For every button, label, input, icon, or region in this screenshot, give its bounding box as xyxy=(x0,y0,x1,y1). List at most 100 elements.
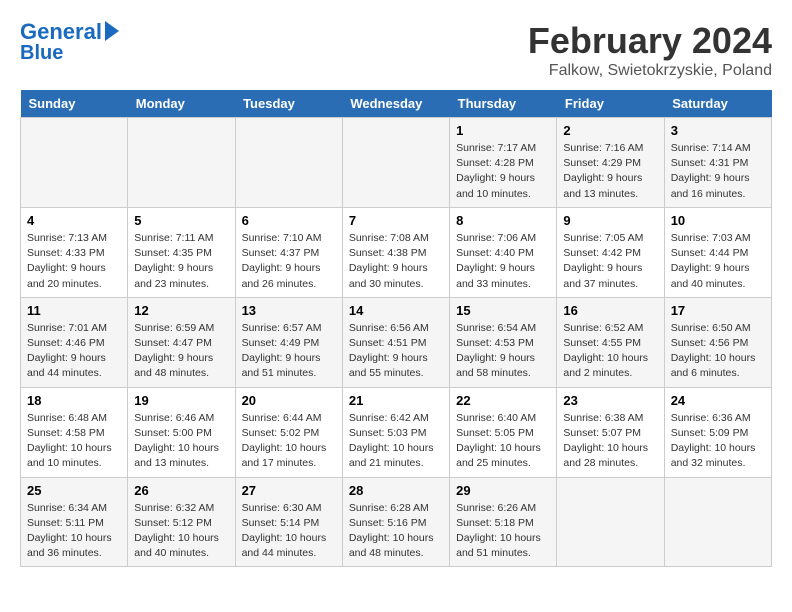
day-number: 10 xyxy=(671,213,765,228)
weekday-header-wednesday: Wednesday xyxy=(342,90,449,118)
page-header: General Blue February 2024 Falkow, Swiet… xyxy=(20,20,772,80)
calendar-body: 1 Sunrise: 7:17 AM Sunset: 4:28 PM Daylig… xyxy=(21,118,772,567)
day-number: 1 xyxy=(456,123,550,138)
day-info: Sunrise: 6:26 AM Sunset: 5:18 PM Dayligh… xyxy=(456,501,550,562)
calendar-cell: 22 Sunrise: 6:40 AM Sunset: 5:05 PM Dayli… xyxy=(450,387,557,477)
calendar-cell: 20 Sunrise: 6:44 AM Sunset: 5:02 PM Dayli… xyxy=(235,387,342,477)
day-number: 16 xyxy=(563,303,657,318)
calendar-cell: 13 Sunrise: 6:57 AM Sunset: 4:49 PM Dayli… xyxy=(235,297,342,387)
calendar-cell: 28Sunrise: 6:28 AM Sunset: 5:16 PM Dayli… xyxy=(342,477,449,567)
calendar-week-row: 25 Sunrise: 6:34 AM Sunset: 5:11 PM Dayli… xyxy=(21,477,772,567)
calendar-cell: 25 Sunrise: 6:34 AM Sunset: 5:11 PM Dayli… xyxy=(21,477,128,567)
day-info: Sunrise: 7:06 AM Sunset: 4:40 PM Dayligh… xyxy=(456,231,550,292)
day-info: Sunrise: 6:36 AM Sunset: 5:09 PM Dayligh… xyxy=(671,411,765,472)
weekday-header-tuesday: Tuesday xyxy=(235,90,342,118)
day-info: Sunrise: 6:34 AM Sunset: 5:11 PM Dayligh… xyxy=(27,501,121,562)
day-number: 17 xyxy=(671,303,765,318)
calendar-cell: 7 Sunrise: 7:08 AM Sunset: 4:38 PM Daylig… xyxy=(342,207,449,297)
calendar-cell: 18 Sunrise: 6:48 AM Sunset: 4:58 PM Dayli… xyxy=(21,387,128,477)
calendar-week-row: 18 Sunrise: 6:48 AM Sunset: 4:58 PM Dayli… xyxy=(21,387,772,477)
day-number: 22 xyxy=(456,393,550,408)
day-info: Sunrise: 7:03 AM Sunset: 4:44 PM Dayligh… xyxy=(671,231,765,292)
calendar-cell: 4 Sunrise: 7:13 AM Sunset: 4:33 PM Daylig… xyxy=(21,207,128,297)
calendar-cell: 15 Sunrise: 6:54 AM Sunset: 4:53 PM Dayli… xyxy=(450,297,557,387)
calendar-cell xyxy=(235,118,342,208)
calendar-cell: 10 Sunrise: 7:03 AM Sunset: 4:44 PM Dayli… xyxy=(664,207,771,297)
day-number: 13 xyxy=(242,303,336,318)
calendar-cell xyxy=(557,477,664,567)
calendar-week-row: 11 Sunrise: 7:01 AM Sunset: 4:46 PM Dayli… xyxy=(21,297,772,387)
calendar-cell: 3 Sunrise: 7:14 AM Sunset: 4:31 PM Daylig… xyxy=(664,118,771,208)
day-info: Sunrise: 7:11 AM Sunset: 4:35 PM Dayligh… xyxy=(134,231,228,292)
calendar-header: SundayMondayTuesdayWednesdayThursdayFrid… xyxy=(21,90,772,118)
weekday-header-friday: Friday xyxy=(557,90,664,118)
day-number: 7 xyxy=(349,213,443,228)
calendar-cell: 17 Sunrise: 6:50 AM Sunset: 4:56 PM Dayli… xyxy=(664,297,771,387)
day-info: Sunrise: 6:42 AM Sunset: 5:03 PM Dayligh… xyxy=(349,411,443,472)
calendar-cell: 8 Sunrise: 7:06 AM Sunset: 4:40 PM Daylig… xyxy=(450,207,557,297)
day-number: 27 xyxy=(242,483,336,498)
calendar-cell: 27 Sunrise: 6:30 AM Sunset: 5:14 PM Dayli… xyxy=(235,477,342,567)
day-info: Sunrise: 6:44 AM Sunset: 5:02 PM Dayligh… xyxy=(242,411,336,472)
day-info: Sunrise: 6:38 AM Sunset: 5:07 PM Dayligh… xyxy=(563,411,657,472)
calendar-cell: 6 Sunrise: 7:10 AM Sunset: 4:37 PM Daylig… xyxy=(235,207,342,297)
day-info: Sunrise: 7:16 AM Sunset: 4:29 PM Dayligh… xyxy=(563,141,657,202)
day-info: Sunrise: 6:54 AM Sunset: 4:53 PM Dayligh… xyxy=(456,321,550,382)
day-info: Sunrise: 7:17 AM Sunset: 4:28 PM Dayligh… xyxy=(456,141,550,202)
calendar-cell: 14 Sunrise: 6:56 AM Sunset: 4:51 PM Dayli… xyxy=(342,297,449,387)
day-number: 24 xyxy=(671,393,765,408)
calendar-cell: 26Sunrise: 6:32 AM Sunset: 5:12 PM Dayli… xyxy=(128,477,235,567)
day-info: Sunrise: 6:48 AM Sunset: 4:58 PM Dayligh… xyxy=(27,411,121,472)
title-section: February 2024 Falkow, Swietokrzyskie, Po… xyxy=(528,20,772,80)
day-number: 4 xyxy=(27,213,121,228)
day-number: 23 xyxy=(563,393,657,408)
day-info: Sunrise: 6:40 AM Sunset: 5:05 PM Dayligh… xyxy=(456,411,550,472)
calendar-cell: 12 Sunrise: 6:59 AM Sunset: 4:47 PM Dayli… xyxy=(128,297,235,387)
day-number: 9 xyxy=(563,213,657,228)
weekday-header-sunday: Sunday xyxy=(21,90,128,118)
day-number: 2 xyxy=(563,123,657,138)
day-number: 29 xyxy=(456,483,550,498)
calendar-cell xyxy=(21,118,128,208)
day-number: 8 xyxy=(456,213,550,228)
day-number: 25 xyxy=(27,483,121,498)
day-number: 12 xyxy=(134,303,228,318)
calendar-cell: 24 Sunrise: 6:36 AM Sunset: 5:09 PM Dayli… xyxy=(664,387,771,477)
day-info: Sunrise: 6:28 AM Sunset: 5:16 PM Dayligh… xyxy=(349,501,443,562)
weekday-header-saturday: Saturday xyxy=(664,90,771,118)
day-info: Sunrise: 6:32 AM Sunset: 5:12 PM Dayligh… xyxy=(134,501,228,562)
calendar-cell xyxy=(664,477,771,567)
day-info: Sunrise: 6:59 AM Sunset: 4:47 PM Dayligh… xyxy=(134,321,228,382)
day-number: 6 xyxy=(242,213,336,228)
day-number: 3 xyxy=(671,123,765,138)
day-info: Sunrise: 6:56 AM Sunset: 4:51 PM Dayligh… xyxy=(349,321,443,382)
day-info: Sunrise: 7:10 AM Sunset: 4:37 PM Dayligh… xyxy=(242,231,336,292)
calendar-cell: 21Sunrise: 6:42 AM Sunset: 5:03 PM Dayli… xyxy=(342,387,449,477)
day-info: Sunrise: 6:30 AM Sunset: 5:14 PM Dayligh… xyxy=(242,501,336,562)
calendar-cell xyxy=(342,118,449,208)
day-number: 11 xyxy=(27,303,121,318)
day-number: 18 xyxy=(27,393,121,408)
day-number: 15 xyxy=(456,303,550,318)
day-info: Sunrise: 6:50 AM Sunset: 4:56 PM Dayligh… xyxy=(671,321,765,382)
calendar-table: SundayMondayTuesdayWednesdayThursdayFrid… xyxy=(20,90,772,567)
logo-blue: Blue xyxy=(20,42,63,64)
calendar-cell: 16Sunrise: 6:52 AM Sunset: 4:55 PM Dayli… xyxy=(557,297,664,387)
calendar-week-row: 1 Sunrise: 7:17 AM Sunset: 4:28 PM Daylig… xyxy=(21,118,772,208)
logo-text: General xyxy=(20,20,102,44)
day-info: Sunrise: 7:14 AM Sunset: 4:31 PM Dayligh… xyxy=(671,141,765,202)
day-info: Sunrise: 7:13 AM Sunset: 4:33 PM Dayligh… xyxy=(27,231,121,292)
day-number: 19 xyxy=(134,393,228,408)
weekday-header-thursday: Thursday xyxy=(450,90,557,118)
day-info: Sunrise: 6:57 AM Sunset: 4:49 PM Dayligh… xyxy=(242,321,336,382)
day-info: Sunrise: 7:01 AM Sunset: 4:46 PM Dayligh… xyxy=(27,321,121,382)
calendar-cell: 9Sunrise: 7:05 AM Sunset: 4:42 PM Daylig… xyxy=(557,207,664,297)
calendar-cell: 23 Sunrise: 6:38 AM Sunset: 5:07 PM Dayli… xyxy=(557,387,664,477)
day-number: 14 xyxy=(349,303,443,318)
calendar-cell xyxy=(128,118,235,208)
calendar-title: February 2024 xyxy=(528,20,772,62)
calendar-subtitle: Falkow, Swietokrzyskie, Poland xyxy=(528,62,772,80)
day-info: Sunrise: 7:08 AM Sunset: 4:38 PM Dayligh… xyxy=(349,231,443,292)
calendar-cell: 5Sunrise: 7:11 AM Sunset: 4:35 PM Daylig… xyxy=(128,207,235,297)
day-number: 20 xyxy=(242,393,336,408)
